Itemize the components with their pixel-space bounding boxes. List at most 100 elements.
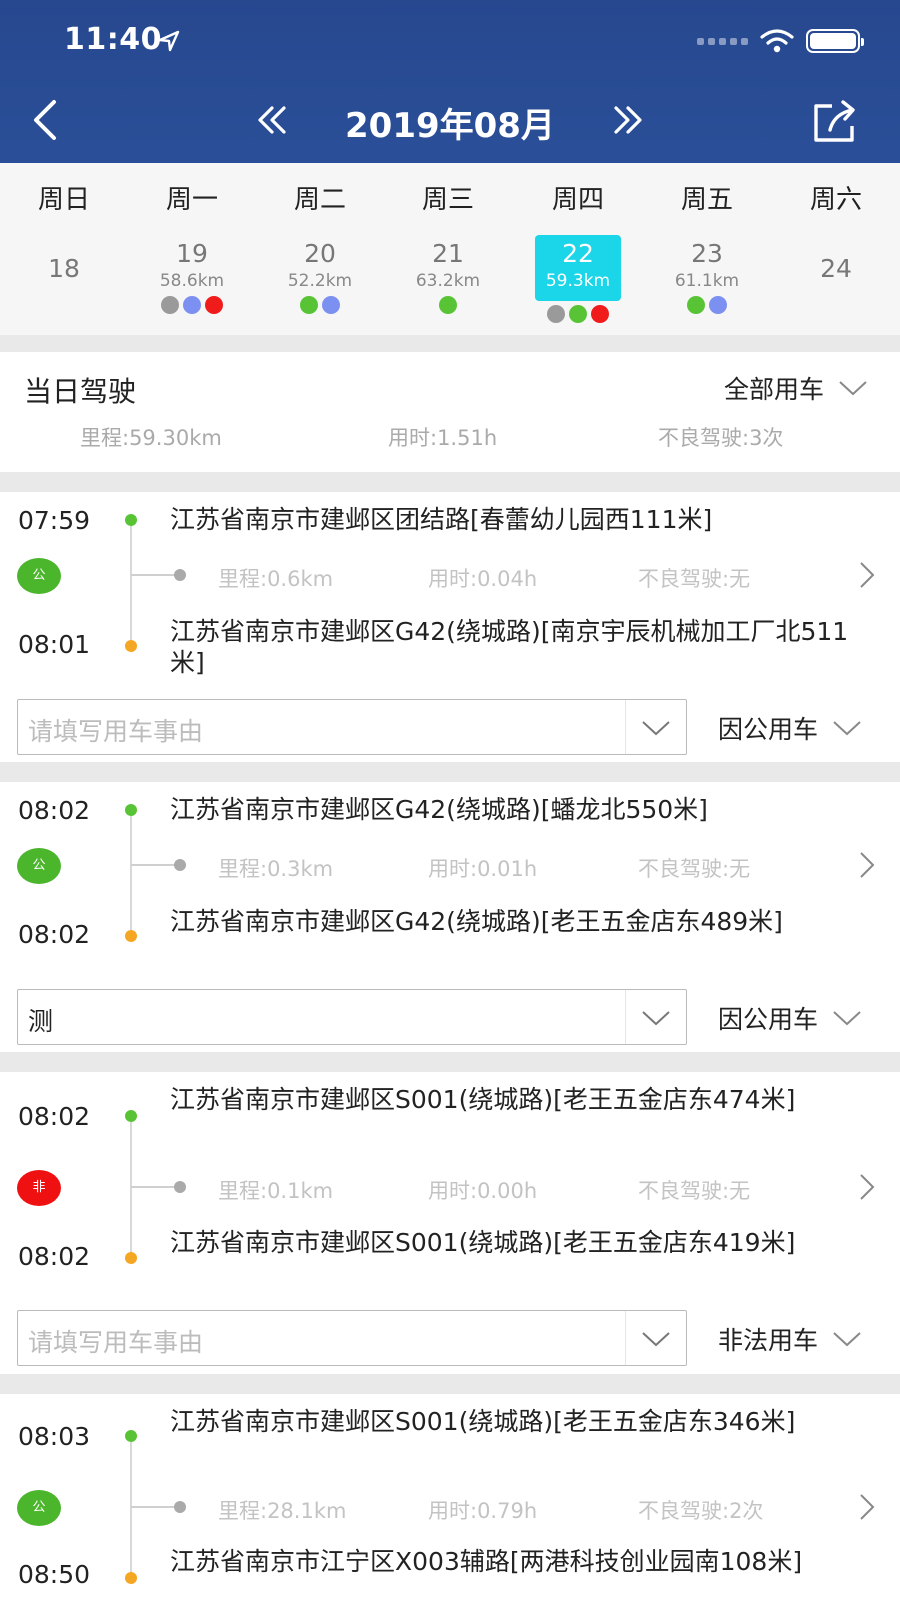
trip-mileage: 里程:0.1km xyxy=(218,1179,334,1203)
chevron-right-icon[interactable] xyxy=(856,1492,878,1522)
day-mileage: 58.6km xyxy=(159,271,225,291)
usage-type-dropdown[interactable]: 非法用车 xyxy=(718,1321,862,1357)
vehicle-filter-label: 全部用车 xyxy=(723,375,824,404)
weekday-mon: 周一 xyxy=(165,185,218,215)
day-number: 19 xyxy=(176,239,208,268)
day-cell[interactable]: 23 61.1km xyxy=(643,238,771,314)
usage-badge-illegal: 非 xyxy=(17,1170,61,1206)
trip-end-time: 08:02 xyxy=(18,1242,91,1271)
start-point-dot xyxy=(125,1430,137,1442)
summary-bad-driving: 不良驾驶:3次 xyxy=(658,426,784,450)
day-status-dots xyxy=(514,305,642,323)
trip-duration: 用时:0.79h xyxy=(428,1499,538,1523)
status-indicators xyxy=(697,28,864,54)
status-dot xyxy=(569,305,587,323)
trip-start-time: 08:02 xyxy=(18,1102,91,1131)
day-cell[interactable]: 19 58.6km xyxy=(128,238,256,314)
trip-card: 08:03 公 江苏省南京市建邺区S001(绕城路)[老王五金店东346米] 里… xyxy=(0,1394,900,1600)
weekday-wed: 周三 xyxy=(421,185,474,215)
summary-title: 当日驾驶 xyxy=(24,375,137,408)
status-dot xyxy=(687,296,705,314)
next-month-icon[interactable] xyxy=(608,100,648,140)
weekday-sat: 周六 xyxy=(809,185,862,215)
trip-card: 07:59 公 江苏省南京市建邺区团结路[春蕾幼儿园西111米] 里程:0.6k… xyxy=(0,492,900,762)
status-dot xyxy=(547,305,565,323)
status-dot xyxy=(439,296,457,314)
trip-end-address: 江苏省南京市建邺区G42(绕城路)[老王五金店东489米] xyxy=(170,907,783,936)
daily-summary: 当日驾驶 全部用车 里程:59.30km 用时:1.51h 不良驾驶:3次 xyxy=(0,352,900,472)
trip-start-time: 08:03 xyxy=(18,1422,91,1451)
trip-start-address: 江苏省南京市建邺区团结路[春蕾幼儿园西111米] xyxy=(170,505,713,534)
prev-month-icon[interactable] xyxy=(252,100,292,140)
day-status-dots xyxy=(384,296,512,314)
trip-duration: 用时:0.04h xyxy=(428,567,538,591)
status-time: 11:40 xyxy=(64,22,162,57)
status-dot xyxy=(709,296,727,314)
wifi-icon xyxy=(760,29,794,53)
chevron-down-icon xyxy=(833,1332,861,1347)
share-icon[interactable] xyxy=(810,98,860,146)
day-cell[interactable]: 24 xyxy=(772,253,900,285)
trip-start-address: 江苏省南京市建邺区G42(绕城路)[蟠龙北550米] xyxy=(170,795,708,824)
chevron-down-icon xyxy=(839,381,867,396)
day-cell[interactable]: 21 63.2km xyxy=(384,238,512,314)
day-mileage: 59.3km xyxy=(545,271,611,291)
timeline-line xyxy=(130,1116,132,1254)
day-status-dots xyxy=(256,296,384,314)
day-cell-selected[interactable]: 22 59.3km xyxy=(514,235,642,323)
day-cell[interactable]: 18 xyxy=(0,253,128,285)
usage-type-dropdown[interactable]: 因公用车 xyxy=(718,1000,862,1036)
chevron-down-icon[interactable] xyxy=(640,718,672,738)
chevron-right-icon[interactable] xyxy=(856,1172,878,1202)
day-status-dots xyxy=(128,296,256,314)
timeline-line xyxy=(130,520,132,640)
day-status-dots xyxy=(643,296,771,314)
start-point-dot xyxy=(125,1110,137,1122)
trip-bad-driving: 不良驾驶:2次 xyxy=(638,1499,764,1523)
usage-type-label: 非法用车 xyxy=(718,1326,819,1355)
status-dot xyxy=(183,296,201,314)
end-point-dot xyxy=(125,1572,137,1584)
day-number: 21 xyxy=(432,239,464,268)
reason-input[interactable]: 请填写用车事由 xyxy=(17,1310,687,1366)
status-dot xyxy=(205,296,223,314)
day-cell[interactable]: 20 52.2km xyxy=(256,238,384,314)
status-dot xyxy=(322,296,340,314)
trip-start-time: 07:59 xyxy=(18,506,91,535)
trip-duration: 用时:0.00h xyxy=(428,1179,538,1203)
chevron-right-icon[interactable] xyxy=(856,850,878,880)
vehicle-filter-dropdown[interactable]: 全部用车 xyxy=(724,370,868,406)
reason-input[interactable]: 测 xyxy=(17,989,687,1045)
chevron-right-icon[interactable] xyxy=(856,560,878,590)
chevron-down-icon[interactable] xyxy=(640,1008,672,1028)
day-number: 22 xyxy=(562,239,594,268)
reason-input[interactable]: 请填写用车事由 xyxy=(17,699,687,755)
app-header: 11:40 2019年08月 xyxy=(0,0,900,163)
day-number: 24 xyxy=(820,254,852,283)
timeline-branch-dot xyxy=(174,859,186,871)
weekday-sun: 周日 xyxy=(37,185,90,215)
trip-card: 08:02 公 江苏省南京市建邺区G42(绕城路)[蟠龙北550米] 里程:0.… xyxy=(0,782,900,1052)
weekday-thu: 周四 xyxy=(551,185,604,215)
back-icon[interactable] xyxy=(28,98,62,142)
trip-mileage: 里程:0.3km xyxy=(218,857,334,881)
end-point-dot xyxy=(125,1252,137,1264)
trip-end-time: 08:50 xyxy=(18,1560,91,1589)
status-dot xyxy=(300,296,318,314)
start-point-dot xyxy=(125,514,137,526)
usage-type-dropdown[interactable]: 因公用车 xyxy=(718,710,862,746)
usage-type-label: 因公用车 xyxy=(718,715,819,744)
battery-icon xyxy=(806,29,864,53)
chevron-down-icon[interactable] xyxy=(640,1329,672,1349)
trip-end-address: 江苏省南京市建邺区G42(绕城路)[南京宇辰机械加工厂北511米] xyxy=(170,617,849,677)
trip-bad-driving: 不良驾驶:无 xyxy=(638,567,751,591)
day-number: 18 xyxy=(48,254,80,283)
trip-start-address: 江苏省南京市建邺区S001(绕城路)[老王五金店东346米] xyxy=(170,1407,796,1436)
trip-start-address: 江苏省南京市建邺区S001(绕城路)[老王五金店东474米] xyxy=(170,1085,796,1114)
weekday-fri: 周五 xyxy=(680,185,733,215)
status-dot xyxy=(161,296,179,314)
location-arrow-icon xyxy=(158,30,180,52)
usage-badge-public: 公 xyxy=(17,1490,61,1526)
timeline-line xyxy=(130,810,132,930)
trip-start-time: 08:02 xyxy=(18,796,91,825)
